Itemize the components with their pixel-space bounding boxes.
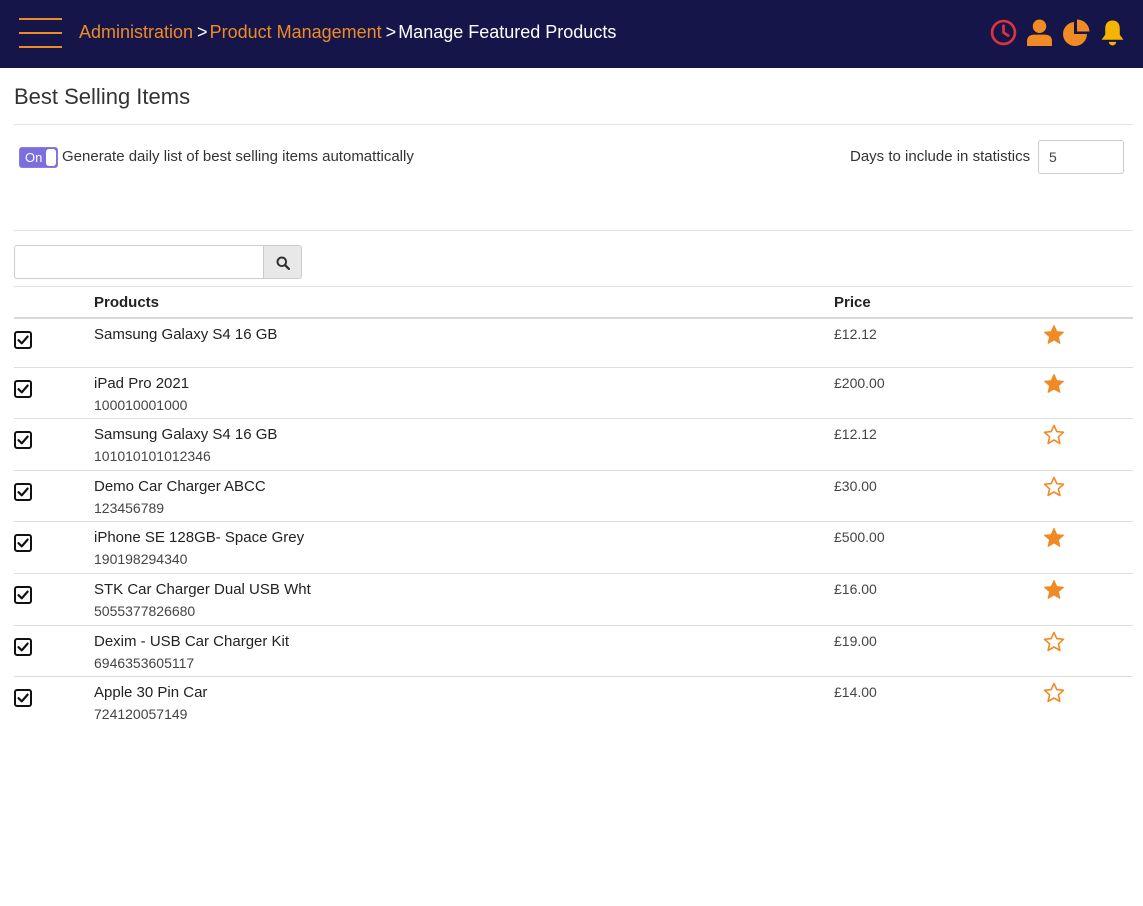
product-sku: 190198294340: [94, 551, 188, 567]
row-checkbox[interactable]: [14, 586, 32, 604]
hamburger-menu-icon[interactable]: [19, 18, 62, 49]
table-row: Dexim - USB Car Charger Kit 6946353605117…: [14, 626, 1133, 677]
breadcrumb-current-page: Manage Featured Products: [398, 22, 617, 42]
divider: [14, 124, 1133, 125]
search-button[interactable]: [263, 245, 302, 279]
product-sku: 6946353605117: [94, 655, 195, 671]
product-price: £500.00: [834, 529, 885, 545]
product-price: £14.00: [834, 684, 877, 700]
product-price: £19.00: [834, 633, 877, 649]
row-checkbox[interactable]: [14, 483, 32, 501]
top-bar: Administration > Product Management > Manage…: [0, 0, 1143, 68]
product-name: Demo Car Charger ABCC: [94, 478, 266, 495]
row-checkbox[interactable]: [14, 380, 32, 398]
row-checkbox[interactable]: [14, 534, 32, 552]
search-icon: [276, 256, 290, 270]
breadcrumb: Administration > Product Management > Manage…: [79, 22, 616, 43]
auto-generate-toggle[interactable]: On: [19, 147, 58, 168]
column-header-products: Products: [94, 294, 160, 311]
row-checkbox[interactable]: [14, 638, 32, 656]
divider: [14, 286, 1133, 287]
days-statistics-label: Days to include in statistics: [850, 148, 1031, 165]
star-filled-icon[interactable]: [1043, 324, 1065, 346]
pie-chart-icon[interactable]: [1062, 19, 1090, 47]
toggle-knob: [46, 149, 56, 166]
table-row: iPad Pro 2021 100010001000 £200.00: [14, 368, 1133, 419]
product-sku: 101010101012346: [94, 448, 211, 464]
product-name: iPad Pro 2021: [94, 375, 190, 392]
star-filled-icon[interactable]: [1043, 579, 1065, 601]
product-name: Dexim - USB Car Charger Kit: [94, 633, 290, 650]
product-name: STK Car Charger Dual USB Wht: [94, 581, 311, 598]
product-name: iPhone SE 128GB- Space Grey: [94, 529, 305, 546]
product-name: Apple 30 Pin Car: [94, 684, 208, 701]
product-price: £200.00: [834, 375, 885, 391]
breadcrumb-product-management[interactable]: Product Management: [210, 22, 382, 42]
page-title: Best Selling Items: [14, 84, 191, 109]
product-sku: 5055377826680: [94, 603, 196, 619]
bell-icon[interactable]: [1100, 19, 1125, 46]
breadcrumb-separator: >: [385, 22, 397, 42]
product-price: £30.00: [834, 478, 877, 494]
product-sku: 123456789: [94, 500, 165, 516]
column-header-price: Price: [834, 294, 871, 311]
product-name: Samsung Galaxy S4 16 GB: [94, 426, 278, 443]
row-checkbox[interactable]: [14, 689, 32, 707]
star-filled-icon[interactable]: [1043, 527, 1065, 549]
product-name: Samsung Galaxy S4 16 GB: [94, 326, 278, 343]
breadcrumb-administration[interactable]: Administration: [79, 22, 193, 42]
product-price: £12.12: [834, 426, 877, 442]
days-statistics-input[interactable]: [1038, 140, 1124, 174]
star-outline-icon[interactable]: [1043, 424, 1065, 446]
user-icon[interactable]: [1027, 19, 1052, 46]
auto-generate-label: Generate daily list of best selling item…: [62, 148, 414, 165]
toggle-state-label: On: [25, 150, 43, 165]
table-row: Apple 30 Pin Car 724120057149 £14.00: [14, 677, 1133, 728]
row-checkbox[interactable]: [14, 431, 32, 449]
breadcrumb-separator: >: [197, 22, 208, 42]
product-sku: 724120057149: [94, 706, 188, 722]
star-filled-icon[interactable]: [1043, 373, 1065, 395]
product-price: £12.12: [834, 326, 877, 342]
star-outline-icon[interactable]: [1043, 682, 1065, 704]
table-row: Demo Car Charger ABCC 123456789 £30.00: [14, 471, 1133, 522]
star-outline-icon[interactable]: [1043, 476, 1065, 498]
table-row: Samsung Galaxy S4 16 GB 101010101012346 £1…: [14, 419, 1133, 471]
clock-icon[interactable]: [990, 19, 1017, 46]
search-input[interactable]: [14, 245, 264, 279]
divider: [14, 230, 1133, 231]
row-checkbox[interactable]: [14, 331, 32, 349]
product-price: £16.00: [834, 581, 877, 597]
table-row: Samsung Galaxy S4 16 GB £12.12: [14, 319, 1133, 368]
product-sku: 100010001000: [94, 397, 188, 413]
table-row: iPhone SE 128GB- Space Grey 190198294340 £…: [14, 522, 1133, 574]
table-row: STK Car Charger Dual USB Wht 505537782668…: [14, 574, 1133, 626]
star-outline-icon[interactable]: [1043, 631, 1065, 653]
